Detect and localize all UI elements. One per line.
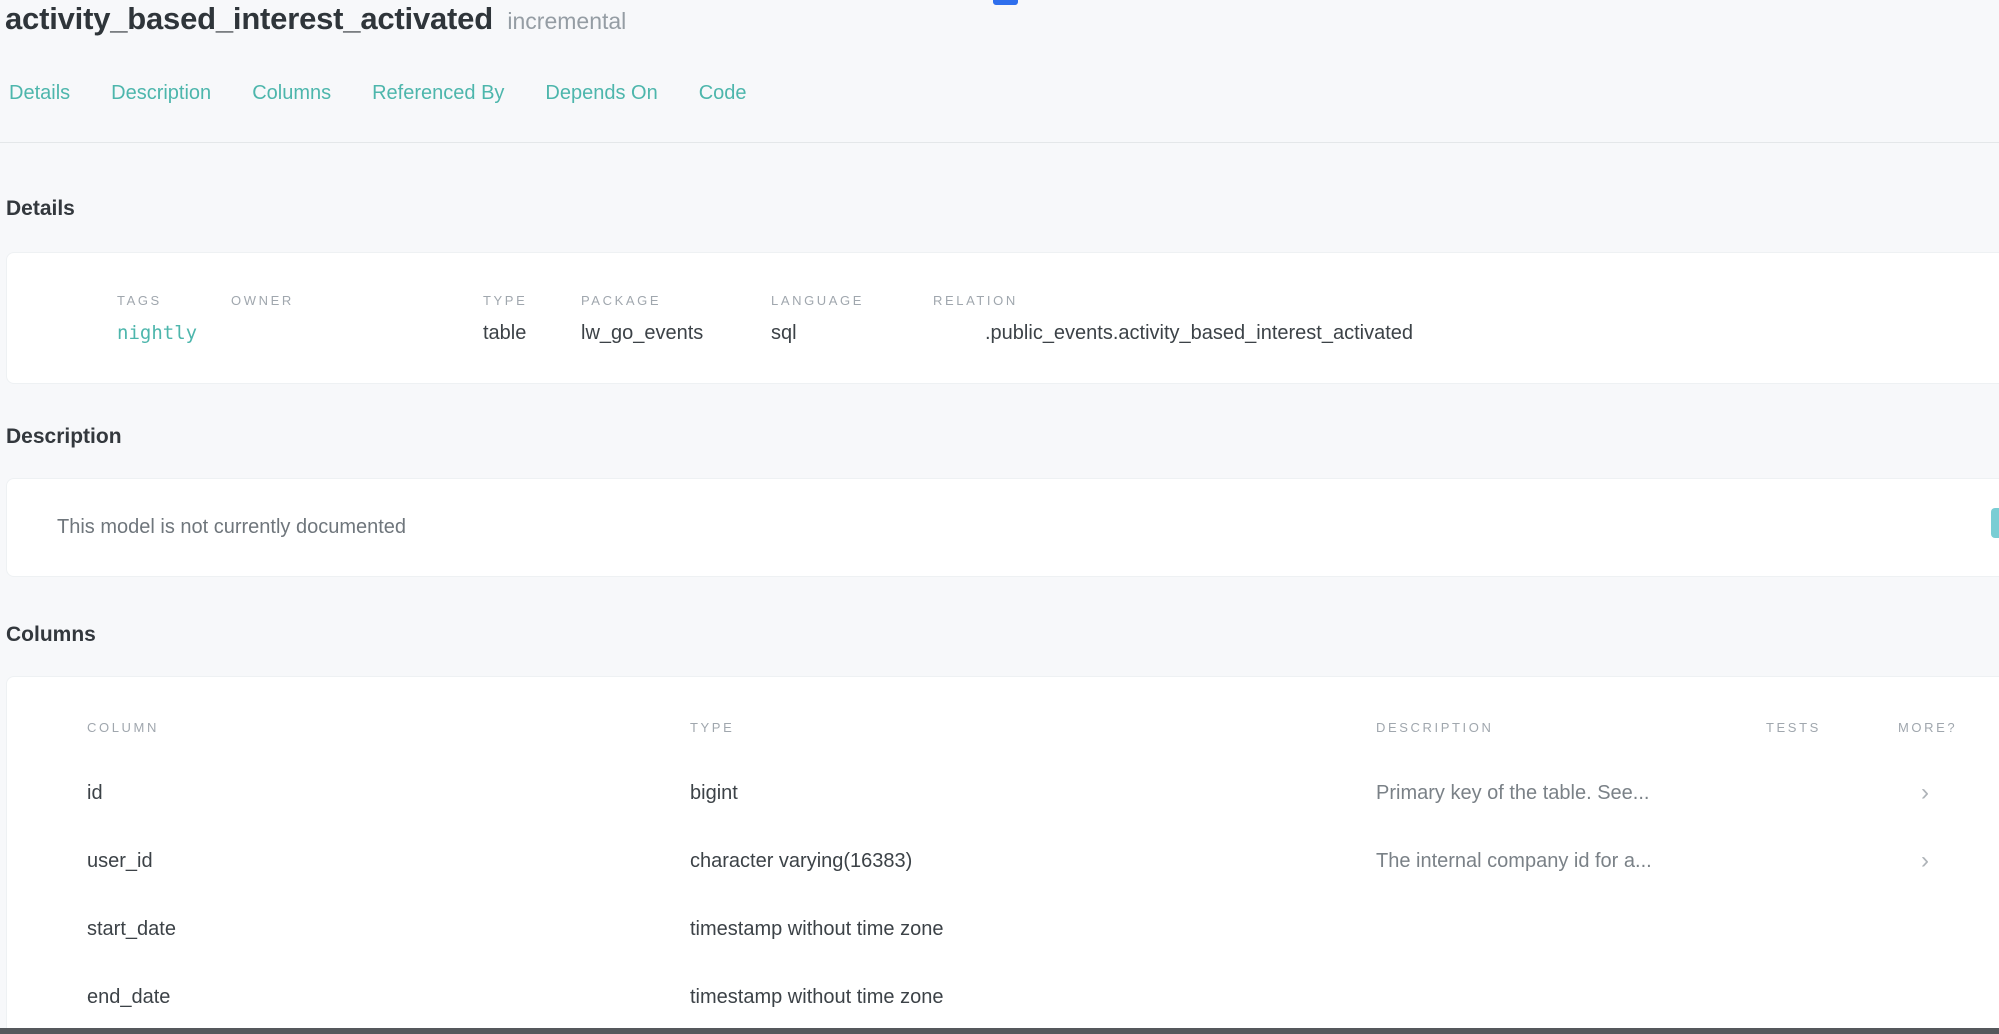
columns-card: COLUMN TYPE DESCRIPTION TESTS MORE? id b… (6, 676, 1999, 1034)
details-section-heading: Details (6, 197, 75, 221)
field-label: RELATION (933, 293, 1999, 308)
column-name-cell: end_date (87, 986, 690, 1009)
tabs-divider (0, 142, 1999, 143)
tab-columns[interactable]: Columns (252, 82, 331, 105)
column-description-cell: Primary key of the table. See... (1376, 782, 1766, 805)
column-name-cell: id (87, 782, 690, 805)
column-name-cell: user_id (87, 850, 690, 873)
header-tests: TESTS (1766, 720, 1898, 735)
clipped-edit-button-fragment[interactable] (1991, 508, 1999, 538)
column-name-cell: start_date (87, 918, 690, 941)
description-text: This model is not currently documented (7, 516, 406, 539)
header-more: MORE? (1898, 720, 1999, 735)
detail-field-language: LANGUAGE sql (771, 293, 933, 345)
bottom-window-edge (0, 1028, 1999, 1034)
table-row-start-date[interactable]: start_date timestamp without time zone (87, 895, 1999, 963)
columns-table-header-row: COLUMN TYPE DESCRIPTION TESTS MORE? (87, 719, 1999, 735)
clipped-element-fragment (993, 0, 1018, 5)
column-type-cell: bigint (690, 782, 1376, 805)
field-value: sql (771, 322, 933, 345)
column-description-cell: The internal company id for a... (1376, 850, 1766, 873)
column-type-cell: timestamp without time zone (690, 986, 1376, 1009)
header-description: DESCRIPTION (1376, 720, 1766, 735)
detail-field-relation: RELATION .public_events.activity_based_i… (933, 293, 1999, 345)
field-value: table (483, 322, 581, 345)
tab-depends-on[interactable]: Depends On (545, 82, 657, 105)
tag-nightly-link[interactable]: nightly (117, 322, 231, 344)
field-label: TYPE (483, 293, 581, 308)
detail-field-package: PACKAGE lw_go_events (581, 293, 771, 345)
relation-value: .public_events.activity_based_interest_a… (933, 322, 1999, 345)
description-section-heading: Description (6, 425, 122, 449)
detail-field-owner: OWNER (231, 293, 483, 345)
table-row-user-id[interactable]: user_id character varying(16383) The int… (87, 827, 1999, 895)
column-type-cell: character varying(16383) (690, 850, 1376, 873)
chevron-right-icon[interactable]: › (1898, 849, 1999, 873)
materialization-badge: incremental (507, 8, 626, 34)
tab-description[interactable]: Description (111, 82, 211, 105)
description-card: This model is not currently documented (6, 478, 1999, 577)
columns-table: COLUMN TYPE DESCRIPTION TESTS MORE? id b… (7, 677, 1999, 1031)
column-type-cell: timestamp without time zone (690, 918, 1376, 941)
field-value: lw_go_events (581, 322, 771, 345)
details-card: TAGS nightly OWNER TYPE table PACKAGE lw… (6, 252, 1999, 384)
tab-bar: Details Description Columns Referenced B… (9, 82, 747, 105)
page-header: activity_based_interest_activated increm… (5, 1, 626, 37)
tab-referenced-by[interactable]: Referenced By (372, 82, 504, 105)
detail-field-tags: TAGS nightly (117, 293, 231, 345)
detail-field-type: TYPE table (483, 293, 581, 345)
field-label: OWNER (231, 293, 483, 308)
columns-section-heading: Columns (6, 623, 96, 647)
table-row-id[interactable]: id bigint Primary key of the table. See.… (87, 759, 1999, 827)
tab-code[interactable]: Code (699, 82, 747, 105)
details-fields: TAGS nightly OWNER TYPE table PACKAGE lw… (7, 253, 1999, 345)
header-column: COLUMN (87, 720, 690, 735)
tab-details[interactable]: Details (9, 82, 70, 105)
chevron-right-icon[interactable]: › (1898, 781, 1999, 805)
field-label: PACKAGE (581, 293, 771, 308)
field-label: TAGS (117, 293, 231, 308)
table-row-end-date[interactable]: end_date timestamp without time zone (87, 963, 1999, 1031)
field-label: LANGUAGE (771, 293, 933, 308)
page-title: activity_based_interest_activated (5, 1, 493, 36)
header-type: TYPE (690, 720, 1376, 735)
